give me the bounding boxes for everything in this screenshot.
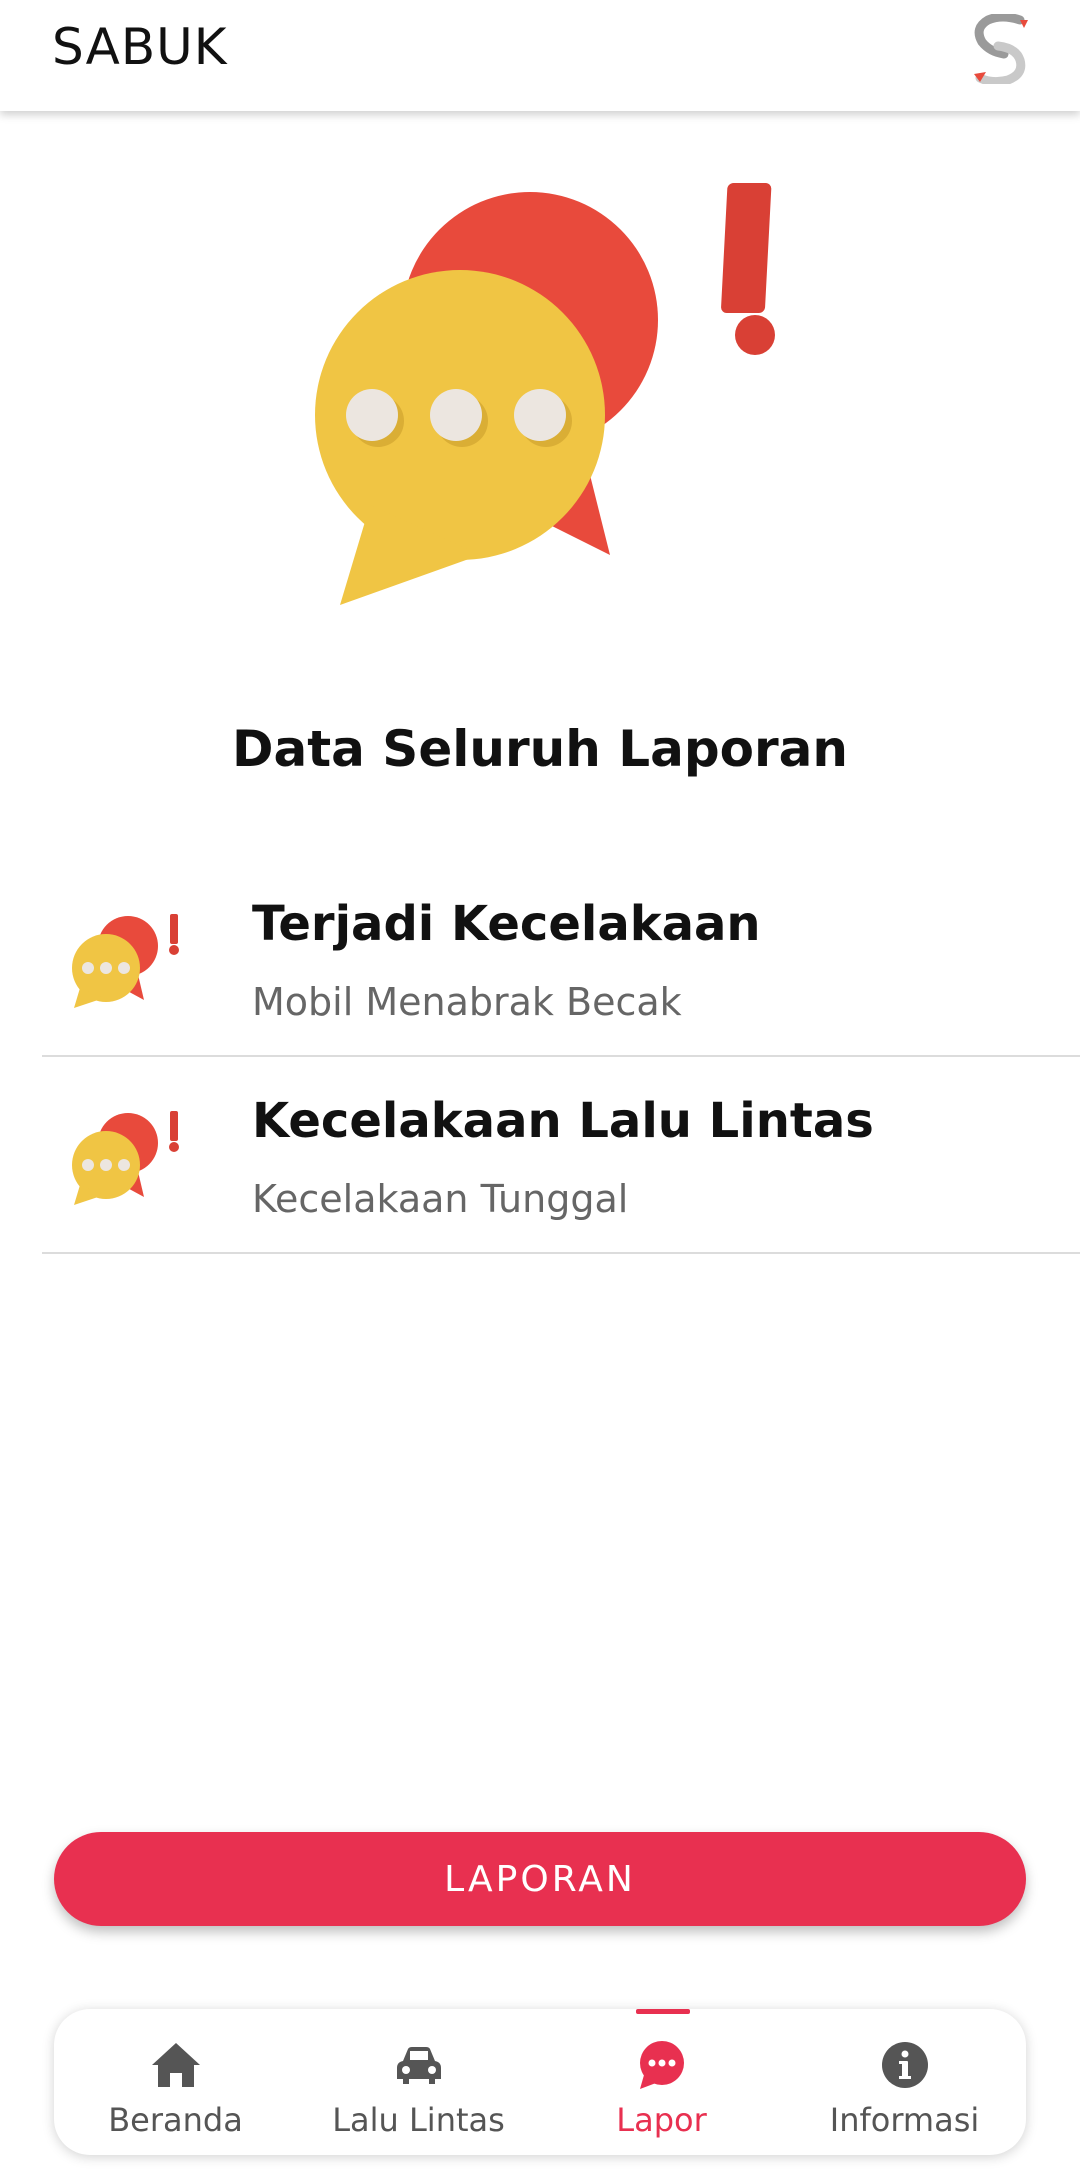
home-icon — [152, 2043, 200, 2087]
nav-item-lalu-lintas[interactable]: Lalu Lintas — [297, 2009, 540, 2155]
report-list: Terjadi Kecelakaan Mobil Menabrak Becak … — [0, 860, 1080, 1254]
report-chat-icon — [72, 914, 179, 1008]
car-icon — [397, 2047, 441, 2084]
nav-item-beranda[interactable]: Beranda — [54, 2009, 297, 2155]
nav-item-label: Informasi — [829, 2101, 980, 2139]
app-bar: SABUK — [0, 0, 1080, 111]
laporan-button[interactable]: LAPORAN — [54, 1832, 1026, 1926]
bottom-navigation: Beranda Lalu Lintas Lapor Informasi — [54, 2009, 1026, 2155]
report-chat-icon — [72, 1111, 179, 1205]
nav-item-lapor[interactable]: Lapor — [540, 2009, 783, 2155]
nav-item-label: Lalu Lintas — [332, 2101, 505, 2139]
report-subtitle: Mobil Menabrak Becak — [252, 980, 682, 1024]
nav-item-label: Beranda — [108, 2101, 243, 2139]
report-illustration-icon — [315, 183, 775, 605]
report-list-item[interactable]: Terjadi Kecelakaan Mobil Menabrak Becak — [42, 860, 1080, 1057]
report-list-item[interactable]: Kecelakaan Lalu Lintas Kecelakaan Tungga… — [42, 1057, 1080, 1254]
report-subtitle: Kecelakaan Tunggal — [252, 1177, 629, 1221]
report-title: Kecelakaan Lalu Lintas — [252, 1093, 874, 1149]
section-title: Data Seluruh Laporan — [232, 720, 848, 778]
app-logo-icon — [974, 14, 1028, 84]
report-title: Terjadi Kecelakaan — [252, 896, 761, 952]
info-icon — [882, 2042, 928, 2088]
app-title: SABUK — [52, 18, 228, 76]
nav-item-label: Lapor — [616, 2101, 707, 2139]
nav-item-informasi[interactable]: Informasi — [783, 2009, 1026, 2155]
chat-icon — [640, 2041, 684, 2089]
